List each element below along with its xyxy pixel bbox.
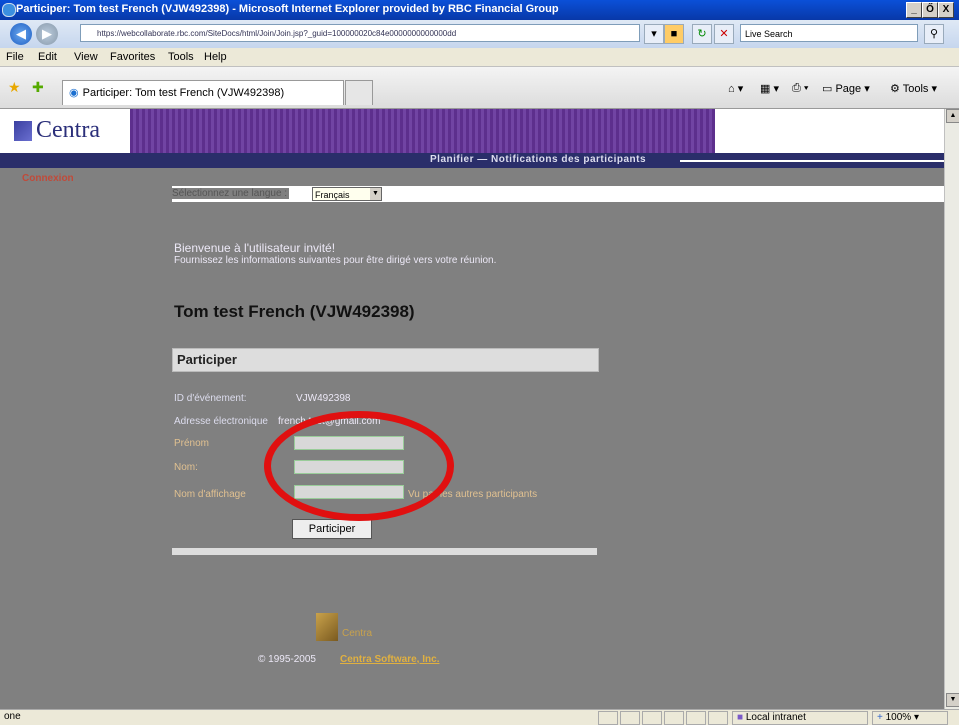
close-button[interactable]: X xyxy=(938,2,954,18)
display-name-label: Nom d'affichage xyxy=(174,489,246,500)
red-annotation-circle xyxy=(264,411,454,521)
banner-right xyxy=(715,109,944,153)
ie-tab-icon: ◉ xyxy=(69,87,79,99)
page-menu[interactable]: ▭ Page ▾ xyxy=(822,82,870,95)
join-panel-header: Participer xyxy=(172,348,599,372)
first-name-label: Prénom xyxy=(174,438,210,449)
tools-gear-icon: ⚙ xyxy=(890,83,900,95)
address-row: ◀ ▶ https://webcollaborate.rbc.com/SiteD… xyxy=(0,20,959,48)
print-icon[interactable]: ⎙ ▾ xyxy=(792,82,808,95)
minimize-button[interactable]: _ xyxy=(906,2,922,18)
zoom-icon: + xyxy=(877,712,883,723)
join-panel-title: Participer xyxy=(177,352,237,367)
search-icon[interactable]: ⚲ xyxy=(924,24,944,44)
dropdown-icon[interactable]: ▾ xyxy=(644,24,664,44)
meeting-title: Tom test French (VJW492398) xyxy=(174,302,415,321)
tab-label: Participer: Tom test French (VJW492398) xyxy=(82,87,285,99)
status-bar: one ■ Local intranet + 100% ▾ xyxy=(0,709,959,725)
add-favorites-icon[interactable]: ✚ xyxy=(32,79,44,96)
favorites-star-icon[interactable]: ★ xyxy=(8,79,21,96)
purple-banner xyxy=(130,109,715,153)
event-id-label: ID d'événement: xyxy=(174,393,247,404)
tools-menu-label: Tools xyxy=(902,83,929,95)
back-icon[interactable]: ◀ xyxy=(10,23,32,45)
chevron-down-icon[interactable]: ▼ xyxy=(370,188,381,200)
page-icon: ▭ xyxy=(822,83,833,95)
welcome-heading: Bienvenue à l'utilisateur invité! xyxy=(174,241,336,255)
email-label: Adresse électronique xyxy=(174,416,268,427)
status-cell xyxy=(620,711,640,725)
tools-menu[interactable]: ⚙ Tools ▾ xyxy=(890,82,937,95)
maximize-button[interactable]: Ő xyxy=(922,2,938,18)
copyright-text: © 1995-2005 xyxy=(258,654,316,665)
vertical-scrollbar[interactable]: ▲ ▼ xyxy=(944,109,959,709)
centra-logo: Centra xyxy=(0,109,130,153)
forward-icon[interactable]: ▶ xyxy=(36,23,58,45)
menu-favorites[interactable]: Favorites xyxy=(110,51,155,63)
menu-bar: File Edit View Favorites Tools Help xyxy=(0,48,959,67)
banner-text: Planifier — Notifications des participan… xyxy=(430,154,647,165)
last-name-label: Nom: xyxy=(174,462,198,473)
centra-software-link[interactable]: Centra Software, Inc. xyxy=(340,654,439,665)
tab-row: ★ ✚ ◉ Participer: Tom test French (VJW492… xyxy=(0,67,959,109)
status-cell xyxy=(642,711,662,725)
status-cell xyxy=(686,711,706,725)
zoom-label: 100% xyxy=(885,712,912,723)
menu-tools[interactable]: Tools xyxy=(168,51,194,63)
footer-logo-text: Centra xyxy=(342,628,373,639)
language-select[interactable]: Français ▼ xyxy=(312,187,382,201)
intranet-icon: ■ xyxy=(737,712,744,723)
join-panel-footer xyxy=(172,548,597,555)
menu-file[interactable]: File xyxy=(6,51,24,63)
language-selected: Français xyxy=(315,190,350,200)
new-tab-button[interactable] xyxy=(345,80,373,105)
centra-logo-icon xyxy=(14,121,32,141)
tab-participer[interactable]: ◉ Participer: Tom test French (VJW492398) xyxy=(62,80,344,105)
scroll-up-icon[interactable]: ▲ xyxy=(946,109,959,123)
feeds-icon[interactable]: ▦ ▾ xyxy=(760,82,779,95)
page-menu-label: Page xyxy=(835,83,862,95)
event-id-value: VJW492398 xyxy=(296,393,351,404)
centra-footer-logo-icon xyxy=(316,613,338,641)
participer-button[interactable]: Participer xyxy=(292,519,372,539)
welcome-instructions: Fournissez les informations suivantes po… xyxy=(174,255,497,266)
refresh-icon[interactable]: ↻ xyxy=(692,24,712,44)
stop-icon[interactable]: ✕ xyxy=(714,24,734,44)
menu-help[interactable]: Help xyxy=(204,51,227,63)
menu-view[interactable]: View xyxy=(74,51,98,63)
zoom-control[interactable]: + 100% ▾ xyxy=(872,711,948,725)
centra-logo-text: Centra xyxy=(36,117,100,143)
ie-logo-icon xyxy=(2,3,16,17)
connexion-link[interactable]: Connexion xyxy=(22,173,74,184)
search-input[interactable]: Live Search xyxy=(740,24,918,42)
scroll-down-icon[interactable]: ▼ xyxy=(946,693,959,707)
zone-label: Local intranet xyxy=(745,712,806,723)
language-label: Sélectionnez une langue : xyxy=(172,188,290,199)
home-icon[interactable]: ⌂ ▾ xyxy=(728,82,743,95)
header-rule xyxy=(680,160,944,162)
header-strip: Planifier — Notifications des participan… xyxy=(0,153,944,168)
address-input[interactable]: https://webcollaborate.rbc.com/SiteDocs/… xyxy=(80,24,640,42)
window-title-bar: Participer: Tom test French (VJW492398) … xyxy=(0,0,959,20)
window-title: Participer: Tom test French (VJW492398) … xyxy=(16,3,559,15)
lock-icon[interactable]: ■ xyxy=(664,24,684,44)
status-cell xyxy=(598,711,618,725)
status-cell xyxy=(708,711,728,725)
status-cell xyxy=(664,711,684,725)
zone-indicator[interactable]: ■ Local intranet xyxy=(732,711,868,725)
language-bar: Sélectionnez une langue : Français ▼ xyxy=(172,186,944,202)
status-text: one xyxy=(4,711,21,722)
menu-edit[interactable]: Edit xyxy=(38,51,57,63)
